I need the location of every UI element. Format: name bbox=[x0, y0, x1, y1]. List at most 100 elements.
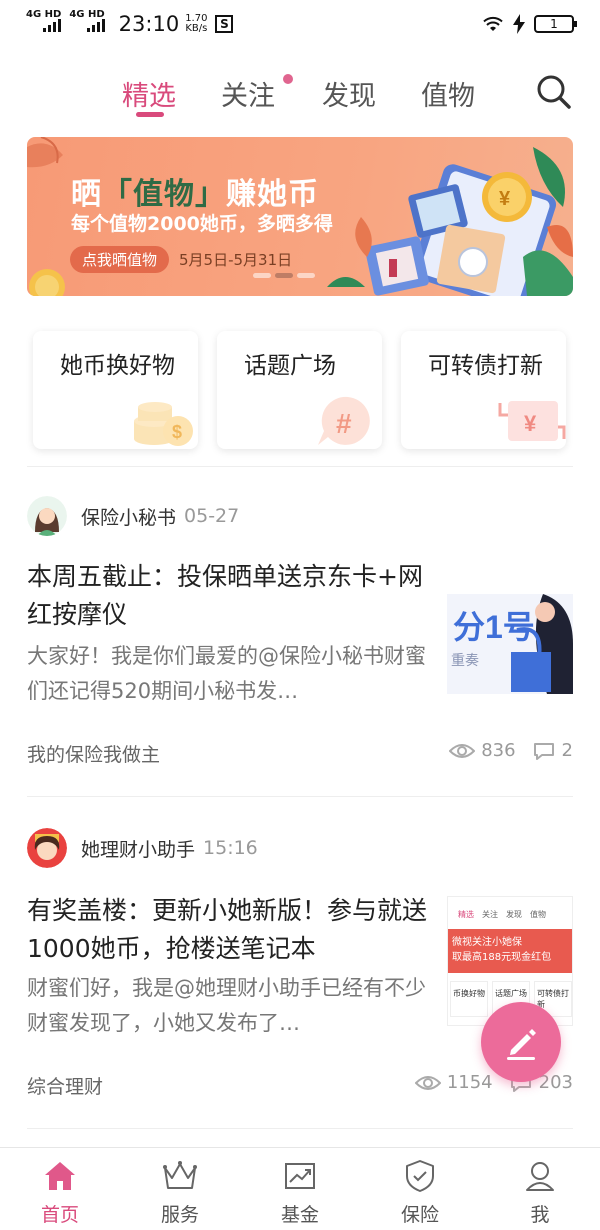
quick-card-coin-exchange[interactable]: 她币换好物 $ bbox=[33, 331, 198, 449]
avatar[interactable] bbox=[27, 496, 67, 536]
post-stats: 836 2 bbox=[449, 740, 573, 761]
nav-funds[interactable]: 基金 bbox=[240, 1148, 360, 1230]
compose-button[interactable] bbox=[481, 1002, 561, 1082]
search-icon[interactable] bbox=[536, 74, 572, 110]
svg-text:¥: ¥ bbox=[524, 411, 537, 436]
network-speed: 1.70 KB/s bbox=[185, 14, 207, 34]
crown-icon bbox=[163, 1161, 197, 1189]
banner-title-highlight: 「值物」 bbox=[102, 177, 226, 212]
comment-count: 203 bbox=[538, 1072, 573, 1093]
feed-post[interactable]: 她理财小助手 15:16 有奖盖楼：更新小她新版！参与就送1000她币，抢楼送笔… bbox=[27, 826, 573, 1116]
post-header: 保险小秘书 05-27 bbox=[27, 494, 573, 538]
divider bbox=[27, 796, 573, 797]
thumbnail-tabs: 精选 关注 发现 值物 bbox=[448, 897, 572, 920]
pager-dot bbox=[253, 273, 271, 278]
post-stats: 1154 203 bbox=[414, 1072, 573, 1093]
nav-label: 首页 bbox=[40, 1204, 79, 1226]
eye-icon bbox=[414, 1075, 441, 1090]
quick-card-label: 话题广场 bbox=[244, 353, 336, 379]
signal-icon: 4G HD bbox=[26, 9, 62, 32]
tab-discover[interactable]: 发现 bbox=[322, 74, 376, 113]
view-count: 1154 bbox=[446, 1072, 493, 1093]
pencil-icon bbox=[507, 1029, 536, 1060]
thumbnail-tab: 精选 bbox=[458, 910, 474, 919]
banner-pager bbox=[253, 273, 315, 278]
post-category[interactable]: 我的保险我做主 bbox=[27, 740, 160, 767]
nav-services[interactable]: 服务 bbox=[120, 1148, 240, 1230]
tab-worth[interactable]: 值物 bbox=[421, 74, 475, 113]
eye-icon bbox=[449, 743, 476, 758]
post-header: 她理财小助手 15:16 bbox=[27, 826, 573, 870]
tab-active-indicator bbox=[136, 112, 164, 117]
banner-cta-button[interactable]: 点我晒值物 bbox=[70, 246, 170, 273]
thumbnail-tab: 关注 bbox=[482, 910, 498, 919]
thumbnail-subtext: 重奏 bbox=[451, 653, 479, 669]
thumbnail-tab: 发现 bbox=[506, 910, 522, 919]
charging-icon bbox=[513, 14, 525, 34]
chart-icon bbox=[285, 1163, 315, 1189]
nav-label: 保险 bbox=[400, 1204, 439, 1226]
post-author[interactable]: 她理财小助手 bbox=[81, 835, 195, 862]
thumbnail-banner-text: 取最高188元现金红包 bbox=[452, 952, 552, 963]
nav-insurance[interactable]: 保险 bbox=[360, 1148, 480, 1230]
unread-dot bbox=[283, 74, 293, 84]
tab-featured[interactable]: 精选 bbox=[122, 74, 176, 113]
top-tabs: 精选 关注 发现 值物 bbox=[0, 66, 600, 126]
banner-date: 5月5日-5月31日 bbox=[179, 251, 293, 269]
signal-icon: 4G HD bbox=[69, 9, 105, 32]
quick-card-label: 她币换好物 bbox=[60, 353, 175, 379]
wifi-icon bbox=[483, 16, 503, 31]
avatar[interactable] bbox=[27, 828, 67, 868]
clock: 23:10 bbox=[118, 12, 180, 36]
banner-title-a: 晒 bbox=[71, 177, 102, 212]
quick-card-convertible-bond[interactable]: 可转债打新 ¥ bbox=[401, 331, 566, 449]
yuan-icon: ¥ bbox=[498, 401, 566, 441]
post-title[interactable]: 本周五截止：投保晒单送京东卡+网红按摩仪 bbox=[27, 558, 427, 634]
comment-count: 2 bbox=[561, 740, 573, 761]
post-summary: 大家好！我是你们最爱的@保险小秘书财蜜们还记得520期间小秘书发… bbox=[27, 644, 426, 703]
status-bar: 4G HD 4G HD 23:10 1.70 KB/s S 1 bbox=[0, 0, 600, 48]
divider bbox=[27, 466, 573, 467]
nav-label: 我 bbox=[530, 1204, 550, 1226]
profile-icon bbox=[526, 1162, 554, 1191]
banner-title-b: 赚她币 bbox=[226, 177, 319, 212]
post-author[interactable]: 保险小秘书 bbox=[81, 503, 176, 530]
nav-home[interactable]: 首页 bbox=[0, 1148, 120, 1230]
post-summary: 财蜜们好，我是@她理财小助手已经有不少财蜜发现了，小她又发布了… bbox=[27, 976, 426, 1035]
home-icon bbox=[45, 1162, 75, 1190]
svg-text:#: # bbox=[336, 408, 352, 439]
promo-banner[interactable]: ¥ 晒「值物」赚她币 每个值物2000她币，多晒多得 点我晒值物 5月5日-5月… bbox=[27, 137, 573, 296]
divider bbox=[27, 1128, 573, 1129]
speed-unit: KB/s bbox=[185, 23, 208, 34]
nav-label: 基金 bbox=[280, 1204, 319, 1226]
post-category[interactable]: 综合理财 bbox=[27, 1072, 103, 1099]
network-label: 4G HD bbox=[26, 9, 62, 20]
thumbnail-text: 分1号 bbox=[453, 609, 535, 645]
bottom-nav: 首页 服务 基金 保险 我 bbox=[0, 1147, 600, 1230]
post-time: 15:16 bbox=[203, 837, 258, 859]
notification-icon: S bbox=[215, 15, 234, 33]
banner-title: 晒「值物」赚她币 bbox=[71, 169, 319, 213]
banner-subtitle: 每个值物2000她币，多晒多得 bbox=[71, 213, 333, 235]
comment-icon[interactable] bbox=[532, 741, 556, 761]
shield-icon bbox=[406, 1160, 434, 1192]
post-thumbnail[interactable]: 分1号 重奏 bbox=[447, 594, 573, 694]
svg-text:$: $ bbox=[172, 422, 182, 442]
view-count: 836 bbox=[481, 740, 516, 761]
coins-icon: $ bbox=[134, 402, 193, 446]
post-time: 05-27 bbox=[184, 505, 240, 527]
thumbnail-card: 币换好物 bbox=[450, 981, 488, 1017]
thumbnail-banner: 微视关注小她保 取最高188元现金红包 bbox=[448, 929, 572, 973]
pager-dot-active bbox=[275, 273, 293, 278]
thumbnail-tab: 值物 bbox=[530, 910, 546, 919]
nav-label: 服务 bbox=[160, 1204, 199, 1226]
pager-dot bbox=[297, 273, 315, 278]
tab-following[interactable]: 关注 bbox=[221, 74, 275, 113]
quick-card-label: 可转债打新 bbox=[428, 353, 543, 379]
quick-card-topic-square[interactable]: 话题广场 # bbox=[217, 331, 382, 449]
post-title[interactable]: 有奖盖楼：更新小她新版！参与就送1000她币，抢楼送笔记本 bbox=[27, 892, 427, 968]
battery-icon: 1 bbox=[534, 15, 577, 33]
nav-me[interactable]: 我 bbox=[480, 1148, 600, 1230]
feed-post[interactable]: 保险小秘书 05-27 本周五截止：投保晒单送京东卡+网红按摩仪 大家好！我是你… bbox=[27, 494, 573, 774]
svg-text:¥: ¥ bbox=[499, 188, 511, 210]
